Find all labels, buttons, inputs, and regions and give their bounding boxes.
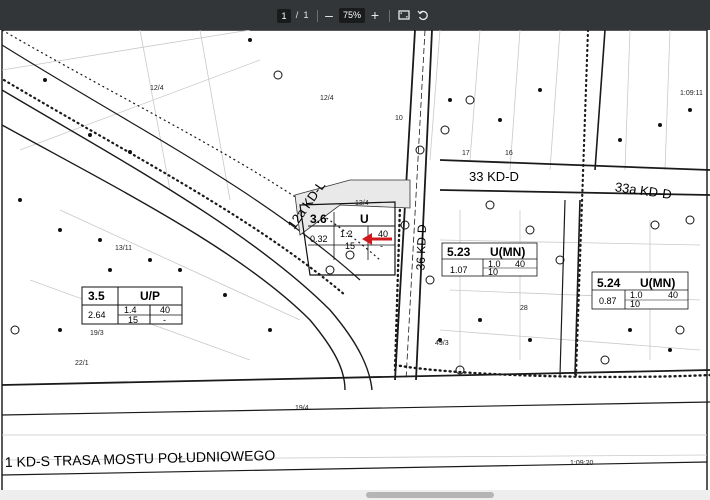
toolbar-divider: [389, 10, 390, 22]
zone-value: 1.4: [124, 305, 137, 315]
zone-use: U: [360, 212, 369, 226]
road-label: 36 KD-D: [413, 224, 429, 271]
parcel-number: 28: [520, 305, 528, 312]
zone-value: 15: [345, 241, 355, 251]
zone-code: 5.24: [597, 276, 621, 290]
rotate-icon: [417, 10, 428, 21]
zone-code: 3.6: [310, 212, 327, 226]
pdf-toolbar: 1 / 1 – 75% +: [0, 0, 710, 30]
zone-code: 3.5: [88, 289, 105, 303]
zone-value: 40: [160, 305, 170, 315]
horizontal-scrollbar[interactable]: [0, 490, 710, 500]
zone-use: U(MN): [640, 276, 675, 290]
zone-value: 1.2: [340, 229, 353, 239]
zone-code: 5.23: [447, 245, 471, 259]
parcel-number: 1:09:20: [570, 460, 593, 467]
rotate-button[interactable]: [416, 0, 430, 30]
zone-value: 0.87: [599, 296, 617, 306]
zone-5-24-label: 5.24 U(MN) 0.87 1.0 40 10: [591, 271, 689, 310]
zone-value: 40: [515, 259, 525, 269]
parcel-number: 16: [505, 150, 513, 157]
zone-use: U/P: [140, 289, 160, 303]
fit-page-button[interactable]: [397, 0, 411, 30]
zone-3-5-label: 3.5 U/P 2.64 1.4 40 15 -: [81, 286, 183, 325]
parcel-number: 22/1: [75, 360, 89, 367]
toolbar-divider: [317, 10, 318, 22]
parcel-number: 10: [395, 115, 403, 122]
zone-value: 40: [668, 290, 678, 300]
parcel-number: 17: [462, 150, 470, 157]
fit-page-icon: [398, 10, 410, 20]
zone-value: 10: [630, 299, 640, 309]
document-viewer[interactable]: 3.6 U 0.32 1.2 40 15 - 3.5 U/P 2.64 1.4 …: [0, 30, 710, 500]
zone-value: 15: [128, 315, 138, 325]
zone-value: -: [163, 315, 166, 325]
zoning-map: 3.6 U 0.32 1.2 40 15 - 3.5 U/P 2.64 1.4 …: [1, 30, 710, 496]
road-label: 33 KD-D: [469, 169, 519, 184]
zone-value: 2.64: [88, 310, 106, 320]
parcel-number: 13/11: [115, 245, 132, 252]
zone-5-23-label: 5.23 U(MN) 1.07 1.0 40 10: [441, 242, 538, 277]
zone-value: -: [380, 241, 383, 251]
total-pages: 1: [303, 10, 309, 20]
page-number-input[interactable]: 1: [277, 9, 291, 23]
parcel-number: 49/3: [435, 340, 449, 347]
parcel-number: 12/4: [150, 85, 164, 92]
zone-value: 10: [488, 267, 498, 277]
parcel-number: 13/4: [355, 200, 369, 207]
zoom-out-button[interactable]: –: [322, 0, 336, 30]
parcel-number: 12/4: [320, 95, 334, 102]
zone-value: 0.32: [310, 234, 328, 244]
parcel-number: 19/3: [90, 330, 104, 337]
zoom-level-input[interactable]: 75%: [339, 8, 365, 23]
parcel-number: 19/4: [295, 405, 309, 412]
zone-use: U(MN): [490, 245, 525, 259]
zone-value: 1.07: [450, 265, 468, 275]
zoom-in-button[interactable]: +: [368, 0, 382, 30]
scrollbar-thumb[interactable]: [366, 492, 494, 498]
page-separator: /: [295, 10, 299, 20]
parcel-number: 1:09:11: [680, 90, 703, 97]
